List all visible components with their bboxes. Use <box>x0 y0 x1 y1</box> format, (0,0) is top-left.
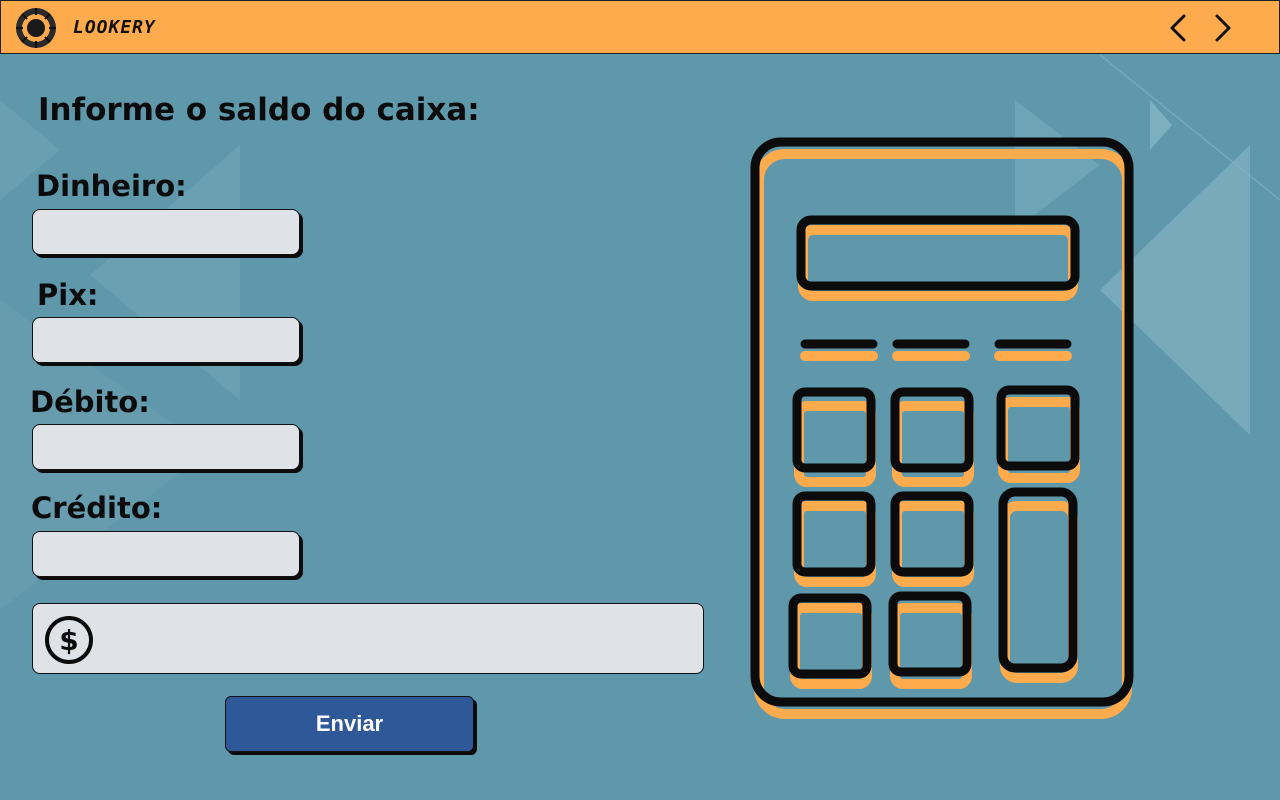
dollar-circle-icon: $ <box>45 616 93 664</box>
page-title: Informe o saldo do caixa: <box>38 92 480 128</box>
camera-shutter-logo-icon <box>16 8 56 48</box>
total-input[interactable] <box>105 616 694 662</box>
pix-label: Pix: <box>37 278 99 312</box>
credito-label: Crédito: <box>31 491 163 525</box>
submit-button[interactable]: Enviar <box>225 696 474 752</box>
brand-name: LOOKERY <box>73 17 156 38</box>
debito-input[interactable] <box>32 424 300 470</box>
chevron-left-icon[interactable] <box>1164 13 1194 43</box>
total-field: $ <box>32 603 704 674</box>
svg-text:$: $ <box>59 624 78 657</box>
debito-label: Débito: <box>30 385 150 419</box>
dinheiro-input[interactable] <box>32 209 300 255</box>
calculator-icon <box>750 137 1134 719</box>
top-bar: LOOKERY <box>0 0 1280 54</box>
chevron-right-icon[interactable] <box>1207 13 1237 43</box>
pix-input[interactable] <box>32 317 300 363</box>
dinheiro-label: Dinheiro: <box>36 169 187 203</box>
credito-input[interactable] <box>32 531 300 577</box>
